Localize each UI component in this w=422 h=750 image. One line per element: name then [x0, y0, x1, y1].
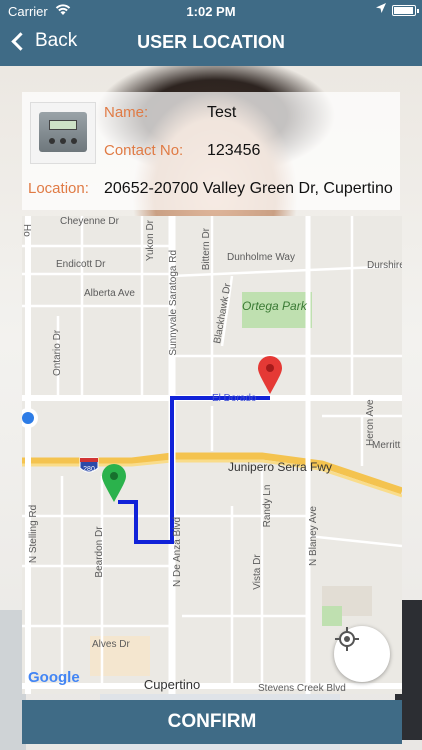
clock: 1:02 PM — [186, 4, 236, 19]
street-label: Stevens Creek Blvd — [258, 683, 346, 694]
street-label: Ontario Dr — [52, 329, 63, 376]
contact-value: 123456 — [207, 142, 261, 159]
street-label: Cheyenne Dr — [60, 216, 120, 227]
svg-text:280: 280 — [83, 466, 95, 473]
street-label: Dunholme Way — [227, 252, 295, 263]
street-label: Alberta Ave — [84, 288, 135, 299]
park-label: Ortega Park — [242, 299, 308, 313]
city-label: Cupertino — [144, 677, 200, 692]
street-label: Beardon Dr — [94, 526, 105, 578]
street-label: Bittern Dr — [201, 227, 212, 270]
user-info-card: Name: Test Contact No: 123456 Location: … — [22, 92, 400, 210]
street-label: Heron Ave — [365, 399, 376, 446]
name-value: Test — [207, 104, 237, 121]
street-label: Alves Dr — [92, 639, 130, 650]
highway-shield-icon: 280 — [79, 457, 99, 473]
page-title: USER LOCATION — [137, 32, 285, 52]
map-canvas: Cheyenne Dr Endicott Dr Dunholme Way Dur… — [22, 216, 402, 694]
location-label: Location: — [28, 180, 89, 197]
street-label: Randy Ln — [262, 485, 273, 528]
location-value: 20652-20700 Valley Green Dr, Cupertino — [104, 180, 393, 197]
street-label: Blackhawk Dr — [212, 282, 234, 345]
street-label: Sunnyvale Saratoga Rd — [168, 250, 179, 356]
street-label: El Dorado — [212, 393, 257, 404]
battery-icon — [392, 5, 419, 16]
street-label: Ho — [22, 224, 32, 237]
street-label: Yukon Dr — [145, 219, 156, 261]
street-label: Endicott Dr — [56, 259, 106, 270]
google-logo: Google — [28, 669, 80, 686]
street-label: Merritt Dr — [372, 440, 402, 451]
contact-label: Contact No: — [104, 142, 184, 159]
street-label: Durshire — [367, 260, 402, 271]
street-label: N Blaney Ave — [308, 506, 319, 566]
street-label: N Stelling Rd — [28, 505, 39, 563]
meter-thumbnail — [30, 102, 96, 164]
recenter-button[interactable] — [334, 626, 390, 682]
freeway-label: Junipero Serra Fwy — [228, 460, 332, 474]
street-label: Vista Dr — [252, 554, 263, 590]
confirm-button[interactable]: CONFIRM — [22, 700, 402, 744]
origin-pin-icon — [102, 464, 126, 502]
electric-meter-image — [39, 112, 87, 152]
crosshair-icon — [335, 627, 359, 651]
map-view[interactable]: Cheyenne Dr Endicott Dr Dunholme Way Dur… — [22, 216, 402, 694]
name-label: Name: — [104, 104, 149, 121]
navigation-bar: Carrier 1:02 PM Back USER LOCATION — [0, 0, 422, 66]
destination-pin-icon — [258, 356, 282, 394]
status-bar: Carrier 1:02 PM — [0, 0, 422, 22]
street-label: N De Anza Blvd — [172, 517, 183, 587]
location-arrow-icon — [376, 3, 386, 16]
